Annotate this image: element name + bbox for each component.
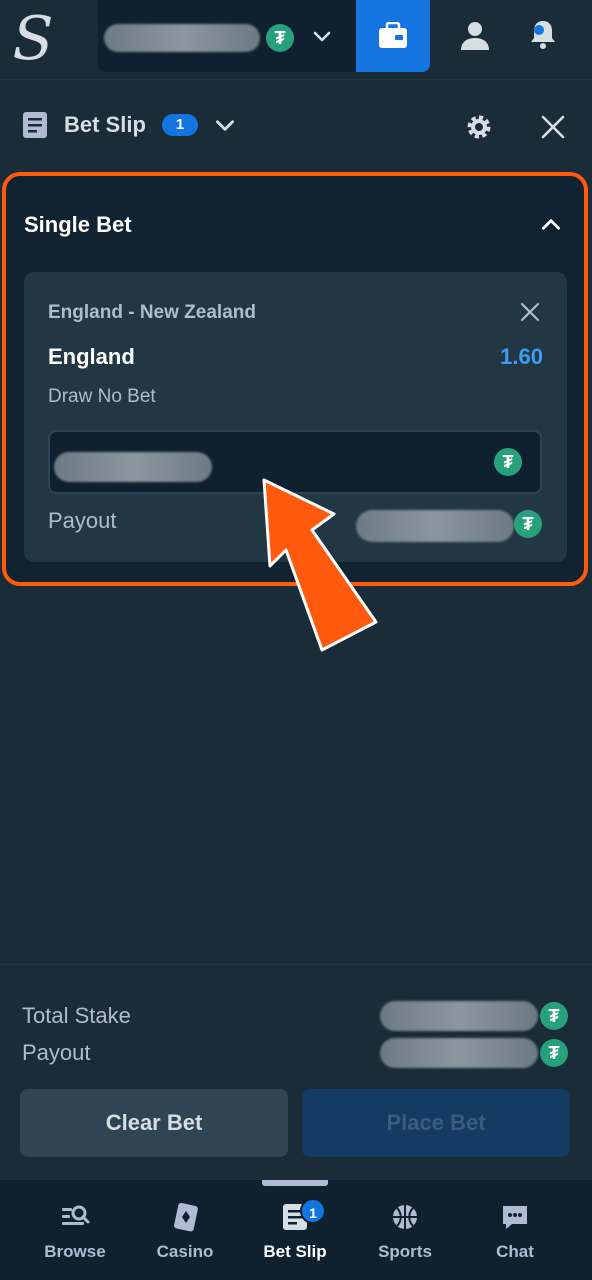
tether-icon: ₮ xyxy=(494,448,522,476)
bottom-nav: Browse Casino Bet Slip 1 Sports Chat xyxy=(0,1180,592,1280)
stake-value-hidden xyxy=(54,452,212,482)
odds-value: 1.60 xyxy=(500,344,543,369)
betslip-icon xyxy=(23,112,47,138)
basketball-icon xyxy=(393,1205,417,1229)
bet-count-badge: 1 xyxy=(162,114,198,136)
user-icon[interactable] xyxy=(458,18,492,52)
remove-bet-icon[interactable] xyxy=(518,300,542,324)
tether-icon: ₮ xyxy=(540,1039,568,1067)
tether-icon: ₮ xyxy=(266,24,294,52)
nav-label: Browse xyxy=(44,1242,106,1261)
total-payout-hidden xyxy=(380,1038,538,1068)
nav-item-chat[interactable]: Chat xyxy=(460,1180,570,1280)
wallet-selector[interactable]: ₮ xyxy=(98,0,356,72)
total-stake-hidden xyxy=(380,1001,538,1031)
nav-item-casino[interactable]: Casino xyxy=(130,1180,240,1280)
balance-hidden xyxy=(104,24,260,52)
bet-slip-header: Bet Slip 1 xyxy=(0,96,592,156)
gear-icon[interactable] xyxy=(464,112,494,142)
chevron-down-icon[interactable] xyxy=(310,24,334,48)
nav-label: Chat xyxy=(496,1242,534,1261)
match-name: England - New Zealand xyxy=(48,302,256,323)
place-bet-button[interactable]: Place Bet xyxy=(302,1089,570,1157)
tether-icon: ₮ xyxy=(514,510,542,538)
nav-label: Casino xyxy=(156,1242,214,1261)
wallet-icon xyxy=(379,22,407,48)
browse-icon xyxy=(62,1205,90,1225)
nav-item-sports[interactable]: Sports xyxy=(350,1180,460,1280)
chevron-down-icon[interactable] xyxy=(212,112,238,138)
payout-label: Payout xyxy=(48,508,117,533)
clear-bet-button[interactable]: Clear Bet xyxy=(20,1089,288,1157)
nav-badge: 1 xyxy=(300,1198,326,1224)
tether-icon: ₮ xyxy=(540,1002,568,1030)
nav-label: Sports xyxy=(378,1242,432,1261)
market-name: Draw No Bet xyxy=(48,386,156,407)
total-payout-label: Payout xyxy=(22,1040,91,1065)
single-bet-title: Single Bet xyxy=(24,212,132,237)
close-icon[interactable] xyxy=(540,114,566,140)
bet-summary: Total Stake ₮ Payout ₮ Clear Bet Place B… xyxy=(0,964,592,1180)
total-stake-label: Total Stake xyxy=(22,1003,131,1028)
chat-icon xyxy=(503,1206,527,1229)
nav-label: Bet Slip xyxy=(263,1242,327,1261)
logo[interactable]: S xyxy=(10,8,56,70)
pointer-arrow-icon xyxy=(262,478,378,652)
bet-slip-title: Bet Slip xyxy=(64,112,146,137)
casino-icon xyxy=(174,1202,198,1232)
nav-item-betslip[interactable]: Bet Slip xyxy=(240,1180,350,1280)
wallet-button[interactable] xyxy=(356,0,430,72)
nav-item-browse[interactable]: Browse xyxy=(20,1180,130,1280)
chevron-up-icon[interactable] xyxy=(538,212,564,238)
top-header: S ₮ xyxy=(0,0,592,80)
selection-name: England xyxy=(48,344,135,369)
notification-bell-icon[interactable] xyxy=(526,18,560,52)
